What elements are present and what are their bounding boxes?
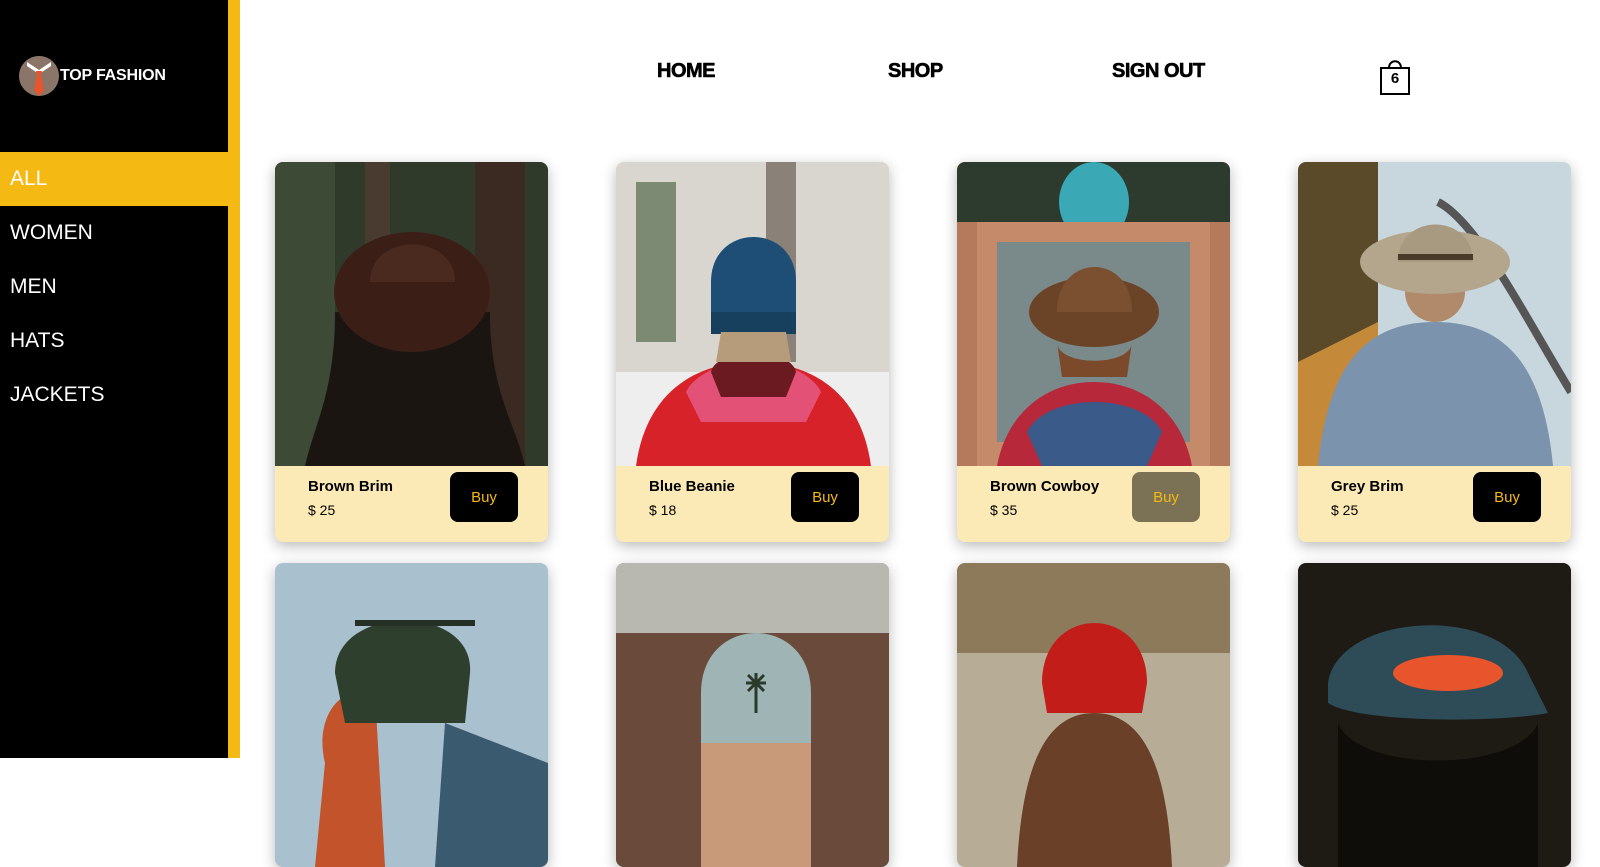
sidebar-item-women[interactable]: WOMEN xyxy=(0,206,228,260)
product-image xyxy=(275,162,548,466)
product-name: Blue Beanie xyxy=(649,478,735,495)
sidebar-item-jackets[interactable]: JACKETS xyxy=(0,368,228,422)
sidebar-item-men[interactable]: MEN xyxy=(0,260,228,314)
cart-count: 6 xyxy=(1390,70,1400,87)
product-info: Grey Brim $ 25 Buy xyxy=(1298,466,1571,542)
product-info: Blue Beanie $ 18 Buy xyxy=(616,466,889,542)
buy-button[interactable]: Buy xyxy=(791,472,859,522)
product-card: Blue Beanie $ 18 Buy xyxy=(616,162,889,542)
product-price: $ 18 xyxy=(649,502,677,518)
product-price: $ 25 xyxy=(1331,502,1359,518)
buy-button[interactable]: Buy xyxy=(1132,472,1200,522)
top-nav: HOME SHOP SIGN OUT xyxy=(0,60,1600,92)
nav-shop-link[interactable]: SHOP xyxy=(888,60,944,83)
product-image xyxy=(957,162,1230,466)
product-card xyxy=(275,563,548,867)
product-card xyxy=(1298,563,1571,867)
product-image xyxy=(1298,162,1571,466)
product-name: Grey Brim xyxy=(1331,478,1404,495)
sidebar: TOP FASHION ALL WOMEN MEN HATS JACKETS xyxy=(0,0,228,758)
sidebar-item-hats[interactable]: HATS xyxy=(0,314,228,368)
category-nav: ALL WOMEN MEN HATS JACKETS xyxy=(0,152,228,422)
cart-button[interactable]: 6 xyxy=(1379,56,1411,96)
buy-button[interactable]: Buy xyxy=(450,472,518,522)
sidebar-accent-stripe xyxy=(228,0,240,758)
product-price: $ 25 xyxy=(308,502,336,518)
product-image xyxy=(275,563,548,867)
product-info: Brown Cowboy $ 35 Buy xyxy=(957,466,1230,542)
product-image xyxy=(957,563,1230,867)
product-card: Brown Cowboy $ 35 Buy xyxy=(957,162,1230,542)
product-image xyxy=(616,563,889,867)
nav-home-link[interactable]: HOME xyxy=(657,60,716,83)
product-image xyxy=(1298,563,1571,867)
product-name: Brown Brim xyxy=(308,478,394,495)
product-card xyxy=(957,563,1230,867)
sidebar-item-all[interactable]: ALL xyxy=(0,152,228,206)
product-card: Grey Brim $ 25 Buy xyxy=(1298,162,1571,542)
buy-button[interactable]: Buy xyxy=(1473,472,1541,522)
product-card: Brown Brim $ 25 Buy xyxy=(275,162,548,542)
product-image xyxy=(616,162,889,466)
product-card xyxy=(616,563,889,867)
nav-sign-out-link[interactable]: SIGN OUT xyxy=(1112,60,1206,83)
product-info: Brown Brim $ 25 Buy xyxy=(275,466,548,542)
product-name: Brown Cowboy xyxy=(990,478,1100,495)
product-price: $ 35 xyxy=(990,502,1018,518)
